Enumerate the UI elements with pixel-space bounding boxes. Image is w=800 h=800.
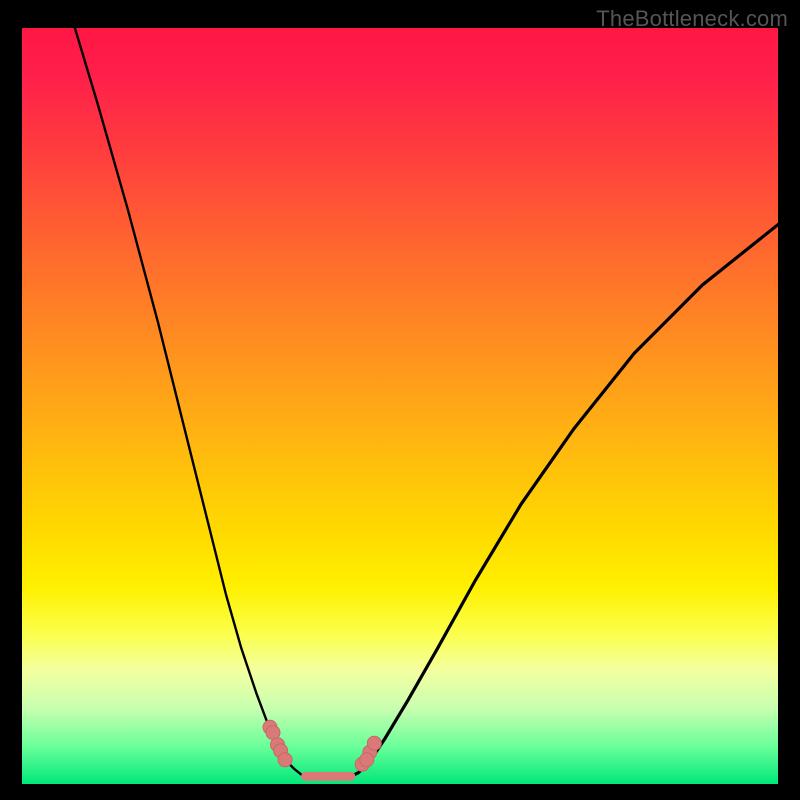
marker-dot: [278, 753, 292, 767]
curve-layer: [22, 28, 778, 784]
watermark-text: TheBottleneck.com: [596, 6, 788, 32]
left-branch-curve: [75, 28, 306, 776]
markers-right-group: [355, 736, 381, 771]
chart-frame: TheBottleneck.com: [0, 0, 800, 800]
marker-dot: [367, 736, 381, 750]
right-branch-curve: [351, 225, 778, 777]
plot-area: [22, 28, 778, 784]
markers-left-group: [263, 720, 292, 767]
marker-dot: [360, 753, 374, 767]
